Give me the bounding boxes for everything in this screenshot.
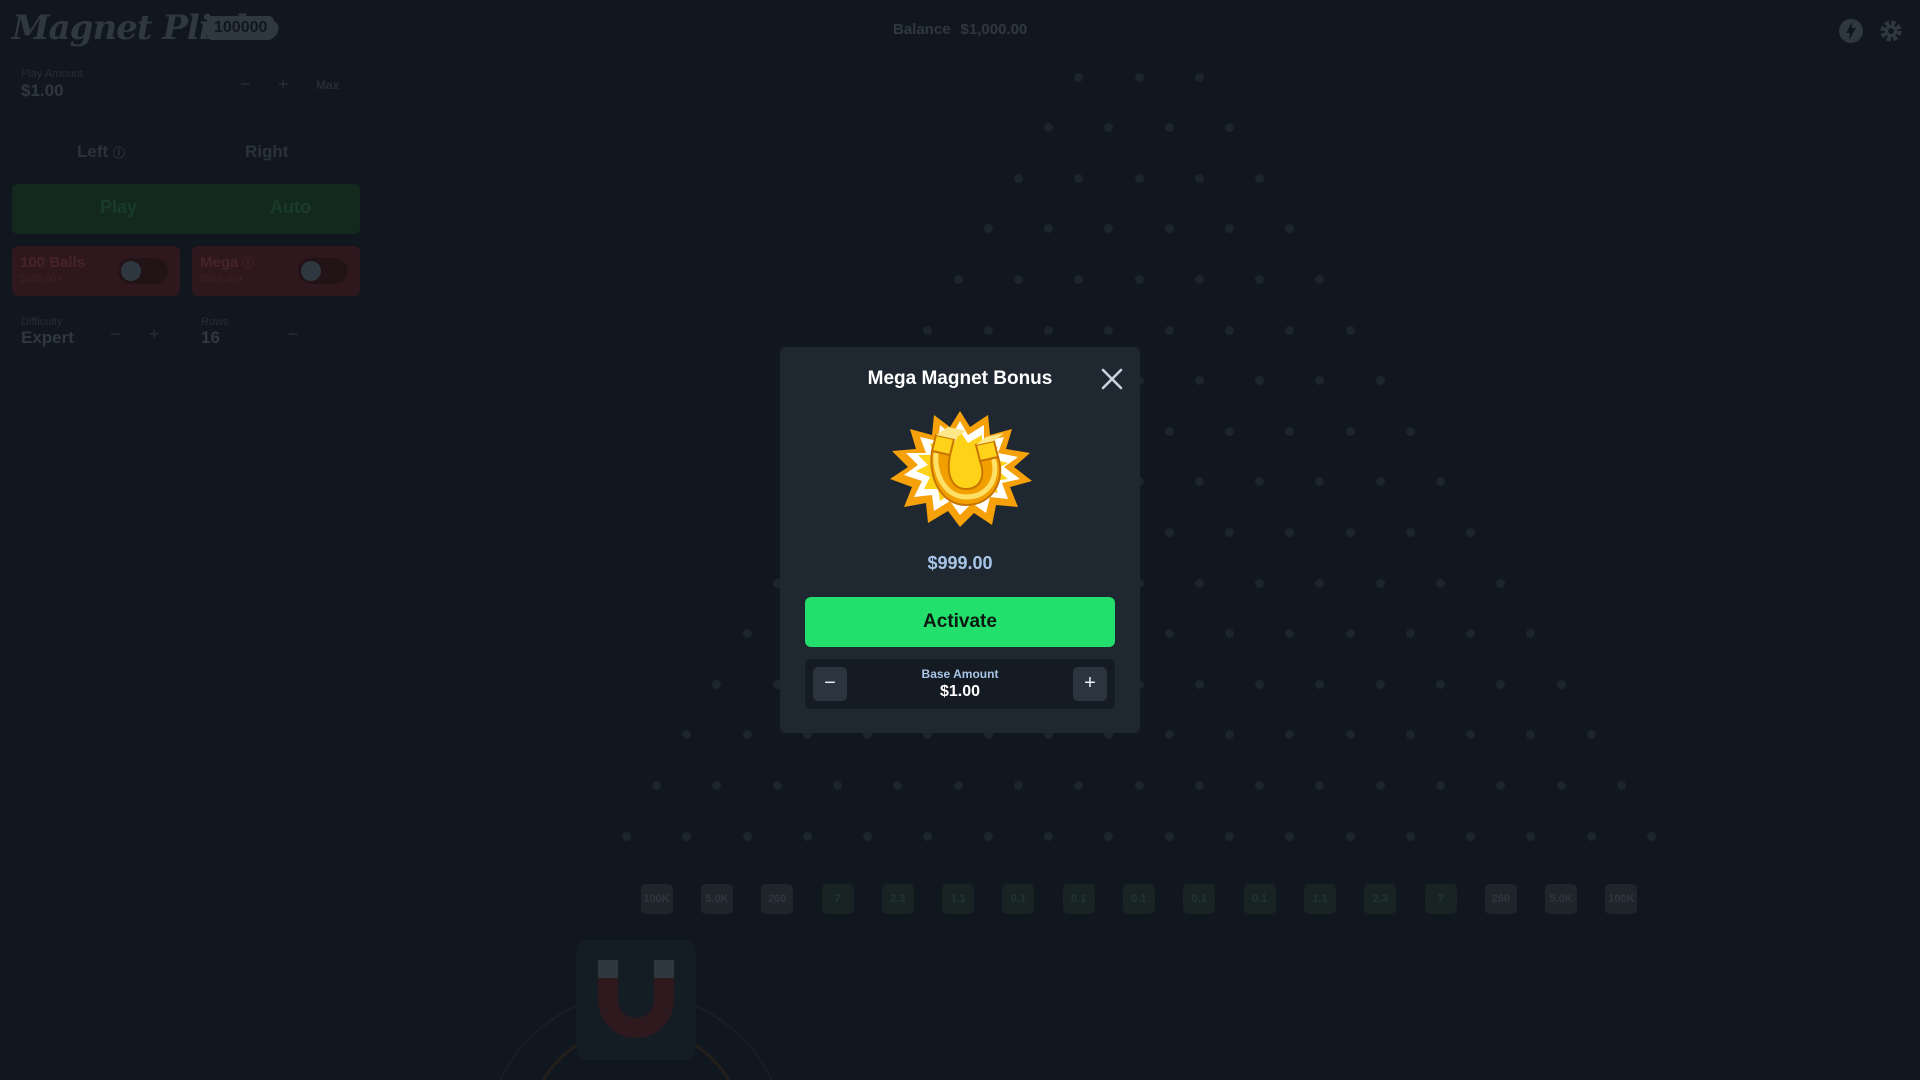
activate-button[interactable]: Activate <box>805 597 1115 647</box>
base-amount-plus-button[interactable]: + <box>1073 667 1107 701</box>
mega-magnet-bonus-modal: Mega Magnet Bonus $999.00 Activate − Bas… <box>780 347 1140 733</box>
close-button[interactable] <box>1098 365 1126 393</box>
base-amount-stepper: − Base Amount $1.00 + <box>805 659 1115 709</box>
modal-title: Mega Magnet Bonus <box>867 368 1053 389</box>
bonus-price: $999.00 <box>927 553 993 573</box>
magnet-bonus-icon <box>884 409 1036 527</box>
base-amount-label: Base Amount <box>921 667 999 681</box>
base-amount-value: $1.00 <box>939 683 981 700</box>
close-icon <box>1101 368 1123 390</box>
